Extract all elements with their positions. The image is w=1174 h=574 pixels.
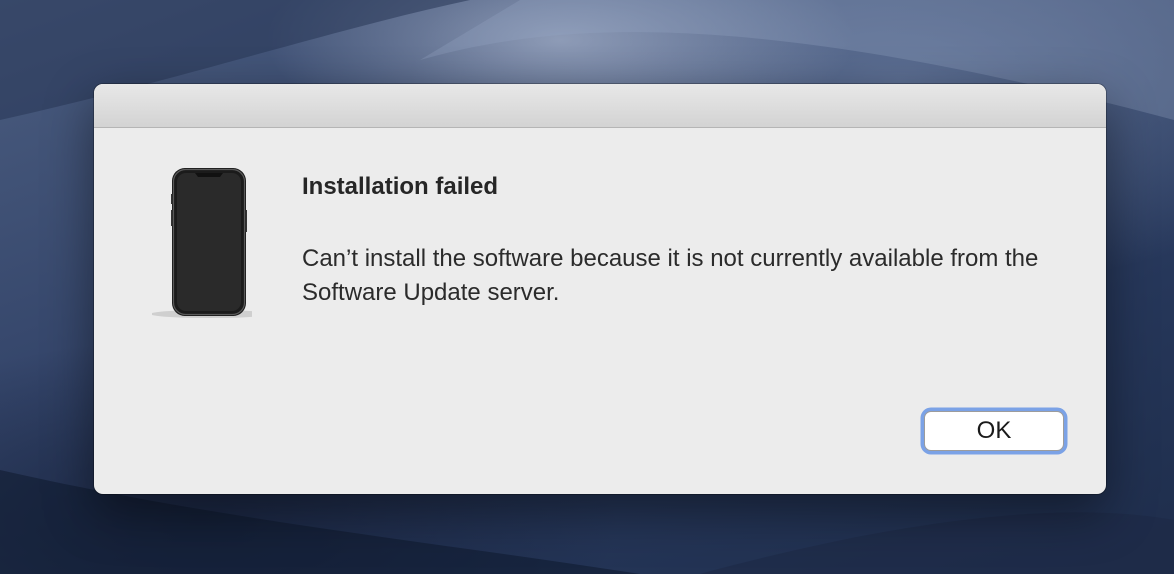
dialog-message: Can’t install the software because it is…	[302, 245, 1039, 306]
iphone-device-icon	[150, 164, 270, 324]
installation-failed-dialog: Installation failed Can’t install the so…	[94, 84, 1106, 494]
dialog-titlebar[interactable]	[94, 84, 1106, 128]
ok-button[interactable]: OK	[924, 411, 1064, 451]
dialog-title: Installation failed	[302, 173, 499, 200]
